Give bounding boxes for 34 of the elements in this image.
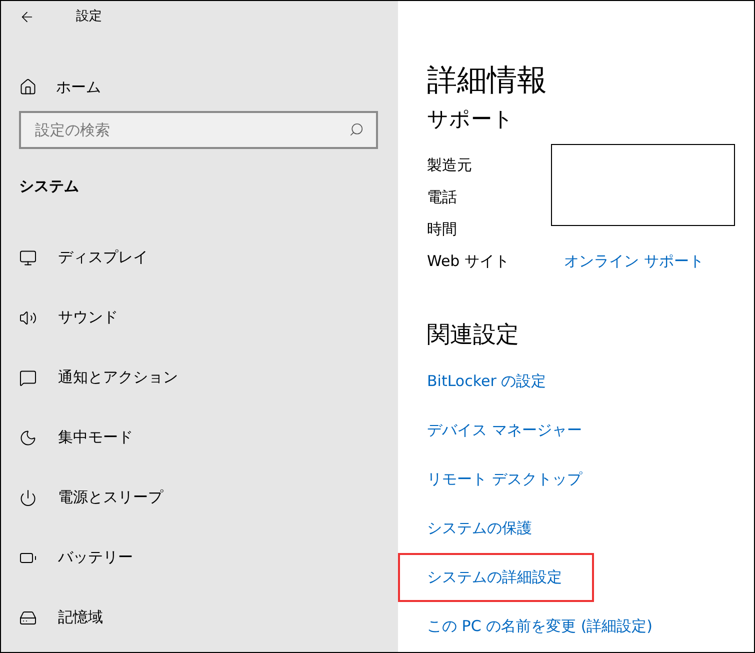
settings-link[interactable]: デバイス マネージャー bbox=[427, 419, 582, 442]
nav-item[interactable]: 電源とスリープ bbox=[1, 468, 398, 528]
info-label: 電話 bbox=[427, 186, 458, 208]
monitor-icon bbox=[19, 248, 37, 266]
nav-item[interactable]: バッテリー bbox=[1, 528, 398, 588]
support-link[interactable]: オンライン サポート bbox=[564, 250, 704, 272]
section-heading: サポート bbox=[427, 106, 515, 133]
nav-item[interactable]: 通知とアクション bbox=[1, 348, 398, 408]
speaker-icon bbox=[19, 308, 37, 326]
back-button[interactable] bbox=[19, 9, 35, 25]
section-heading: システム bbox=[19, 176, 80, 197]
page-title: 詳細情報 bbox=[427, 62, 548, 100]
search-icon bbox=[349, 122, 364, 137]
settings-link[interactable]: リモート デスクトップ bbox=[427, 468, 582, 491]
home-icon bbox=[19, 78, 37, 96]
settings-link[interactable]: システムの保護 bbox=[427, 517, 532, 540]
nav-item[interactable]: ディスプレイ bbox=[1, 228, 398, 288]
info-label: 製造元 bbox=[427, 154, 473, 176]
info-label: 時間 bbox=[427, 218, 458, 240]
speech-bubble-icon bbox=[19, 368, 37, 386]
search-field[interactable]: 設定の検索 bbox=[19, 111, 378, 149]
settings-link[interactable]: この PC の名前を変更 (詳細設定) bbox=[427, 615, 653, 638]
nav-item[interactable]: 記憶域 bbox=[1, 588, 398, 648]
drive-icon bbox=[19, 608, 37, 626]
power-icon bbox=[19, 488, 37, 506]
nav-item[interactable]: サウンド bbox=[1, 288, 398, 348]
settings-link[interactable]: システムの詳細設定 bbox=[398, 553, 594, 602]
settings-link[interactable]: BitLocker の設定 bbox=[427, 370, 546, 393]
section-heading: 関連設定 bbox=[427, 321, 520, 350]
info-label: Web サイト bbox=[427, 250, 510, 272]
moon-icon bbox=[19, 428, 37, 446]
window-title: 設定 bbox=[76, 8, 102, 26]
nav-item[interactable]: 集中モード bbox=[1, 408, 398, 468]
home-item[interactable]: ホーム bbox=[1, 71, 398, 103]
